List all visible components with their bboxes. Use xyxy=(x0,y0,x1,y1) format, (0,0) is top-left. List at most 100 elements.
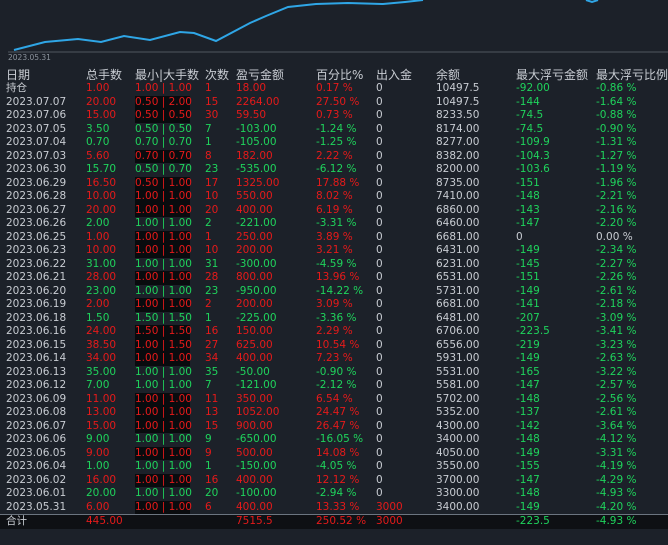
row-max-float-loss: -137 xyxy=(516,406,540,418)
row-cash-flow: 0 xyxy=(376,379,383,391)
row-total-lots: 9.00 xyxy=(86,446,110,459)
row-balance: 5731.00 xyxy=(436,284,480,297)
row-balance: 5352.00 xyxy=(436,406,480,418)
row-total-lots: 2.00 xyxy=(86,298,110,310)
row-max-float-loss-pct: -4.12 % xyxy=(596,433,637,445)
row-balance: 6681.00 xyxy=(436,230,480,243)
row-date: 2023.06.07 xyxy=(6,419,67,432)
row-min-max-lots: 1.00 | 1.00 xyxy=(135,190,192,202)
table-row: 2023.06.28 10.00 1.00 | 1.00 10 550.00 8.02 %… xyxy=(0,190,668,204)
row-min-max-lots: 1.00 | 1.00 xyxy=(135,271,192,283)
row-max-float-loss-pct: -2.18 % xyxy=(596,298,637,310)
row-pnl: -300.00 xyxy=(236,257,277,270)
row-date: 2023.06.22 xyxy=(6,257,67,270)
row-date: 2023.06.04 xyxy=(6,460,67,472)
row-min-max-lots: 0.50 | 0.50 xyxy=(135,122,192,135)
row-balance: 3300.00 xyxy=(436,487,480,499)
holding-cash-flow: 0 xyxy=(376,82,383,94)
table-row: 2023.06.06 9.00 1.00 | 1.00 9 -650.00 -16.05 … xyxy=(0,433,668,447)
row-percent: -14.22 % xyxy=(316,284,364,297)
row-balance: 4050.00 xyxy=(436,446,480,459)
table-row: 2023.06.25 1.00 1.00 | 1.00 1 250.00 3.89 % 0 6… xyxy=(0,230,668,244)
table-row: 2023.06.14 34.00 1.00 | 1.00 34 400.00 7.23 %… xyxy=(0,352,668,366)
row-min-max-lots: 1.00 | 1.00 xyxy=(135,203,192,216)
row-pnl: -650.00 xyxy=(236,433,277,445)
row-min-max-lots: 1.00 | 1.50 xyxy=(135,338,192,351)
daily-rows: 2023.07.07 20.00 0.50 | 2.00 15 2264.00 27.50… xyxy=(0,95,668,514)
equity-curve-line-tail xyxy=(585,0,599,4)
table-row: 2023.06.20 23.00 1.00 | 1.00 23 -950.00 -14.2… xyxy=(0,285,668,299)
row-max-float-loss: -148 xyxy=(516,190,540,202)
row-balance: 5581.00 xyxy=(436,379,480,391)
total-max-float-loss-pct: -4.93 % xyxy=(596,515,637,527)
row-total-lots: 9.00 xyxy=(86,433,110,445)
row-total-lots: 34.00 xyxy=(86,352,117,364)
table-row: 2023.07.03 5.60 0.70 | 0.70 8 182.00 2.22 % 0 8… xyxy=(0,149,668,163)
row-min-max-lots: 1.00 | 1.00 xyxy=(135,500,192,513)
row-count: 20 xyxy=(205,487,219,499)
table-row: 2023.05.31 6.00 1.00 | 1.00 6 400.00 13.33 % 3… xyxy=(0,500,668,514)
row-max-float-loss: -219 xyxy=(516,338,540,351)
row-percent: 17.88 % xyxy=(316,176,360,189)
row-cash-flow: 0 xyxy=(376,419,383,432)
row-cash-flow: 0 xyxy=(376,473,383,486)
row-balance: 5931.00 xyxy=(436,352,480,364)
row-total-lots: 35.00 xyxy=(86,365,117,378)
daily-report-table: 日期 总手数 最小|大手数 次数 盈亏金额 百分比% 出入金 余额 最大浮亏金额… xyxy=(0,68,668,529)
table-row: 2023.06.05 9.00 1.00 | 1.00 9 500.00 14.08 % 0… xyxy=(0,446,668,460)
header-cash-flow: 出入金 xyxy=(376,68,413,82)
header-date: 日期 xyxy=(6,68,31,82)
table-row: 2023.07.07 20.00 0.50 | 2.00 15 2264.00 27.50… xyxy=(0,95,668,109)
table-row: 2023.06.26 2.00 1.00 | 1.00 2 -221.00 -3.31 %… xyxy=(0,217,668,231)
row-max-float-loss-pct: -3.09 % xyxy=(596,311,637,324)
row-percent: -4.05 % xyxy=(316,460,357,472)
row-max-float-loss: -149 xyxy=(516,284,540,297)
row-max-float-loss-pct: -1.96 % xyxy=(596,176,637,189)
row-min-max-lots: 0.50 | 2.00 xyxy=(135,95,192,108)
row-cash-flow: 0 xyxy=(376,284,383,297)
row-cash-flow: 0 xyxy=(376,406,383,418)
row-min-max-lots: 1.00 | 1.00 xyxy=(135,217,192,229)
holding-balance: 10497.5 xyxy=(436,82,480,94)
row-count: 7 xyxy=(205,122,212,135)
row-date: 2023.06.12 xyxy=(6,379,67,391)
row-min-max-lots: 1.00 | 1.00 xyxy=(135,257,192,270)
table-row: 2023.06.02 16.00 1.00 | 1.00 16 400.00 12.12 … xyxy=(0,473,668,487)
row-max-float-loss: -74.5 xyxy=(516,122,544,135)
row-count: 8 xyxy=(205,149,212,162)
row-pnl: 500.00 xyxy=(236,446,273,459)
row-pnl: 400.00 xyxy=(236,500,273,513)
total-row: 合计 445.00 7515.5 250.52 % 3000 -223.5 -4… xyxy=(0,514,668,529)
row-total-lots: 1.00 xyxy=(86,230,110,243)
row-percent: 24.47 % xyxy=(316,406,360,418)
row-max-float-loss-pct: -1.31 % xyxy=(596,136,637,148)
row-date: 2023.06.27 xyxy=(6,203,67,216)
row-balance: 8233.50 xyxy=(436,109,480,121)
equity-curve-line xyxy=(13,0,424,51)
row-percent: -3.36 % xyxy=(316,311,357,324)
row-balance: 6481.00 xyxy=(436,311,480,324)
row-max-float-loss: -149 xyxy=(516,244,540,256)
holding-percent: 0.17 % xyxy=(316,82,353,94)
row-min-max-lots: 1.00 | 1.00 xyxy=(135,406,192,418)
row-cash-flow: 3000 xyxy=(376,500,403,513)
row-max-float-loss: -142 xyxy=(516,419,540,432)
row-cash-flow: 0 xyxy=(376,487,383,499)
row-date: 2023.07.04 xyxy=(6,136,67,148)
row-balance: 5702.00 xyxy=(436,392,480,405)
row-min-max-lots: 1.00 | 1.00 xyxy=(135,379,192,391)
row-date: 2023.06.30 xyxy=(6,163,67,175)
row-total-lots: 20.00 xyxy=(86,487,117,499)
row-count: 10 xyxy=(205,244,219,256)
row-pnl: 550.00 xyxy=(236,190,273,202)
total-percent: 250.52 % xyxy=(316,515,367,527)
row-percent: 6.19 % xyxy=(316,203,353,216)
row-cash-flow: 0 xyxy=(376,244,383,256)
row-total-lots: 15.00 xyxy=(86,419,117,432)
row-cash-flow: 0 xyxy=(376,352,383,364)
row-cash-flow: 0 xyxy=(376,365,383,378)
row-min-max-lots: 0.50 | 1.00 xyxy=(135,176,192,189)
row-percent: 3.21 % xyxy=(316,244,353,256)
row-count: 27 xyxy=(205,338,219,351)
row-total-lots: 16.50 xyxy=(86,176,117,189)
